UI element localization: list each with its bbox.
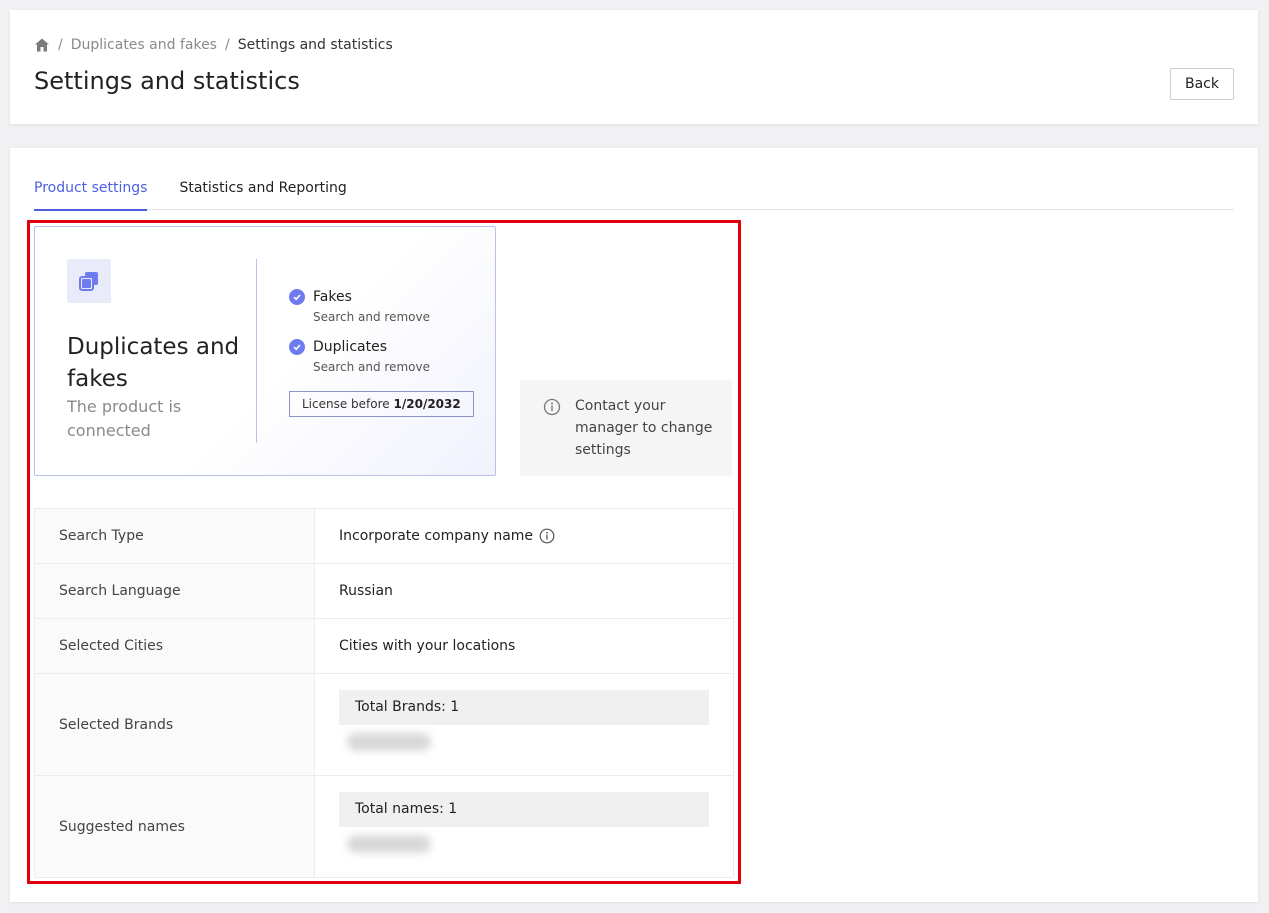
- back-button[interactable]: Back: [1170, 68, 1234, 100]
- page-title: Settings and statistics: [34, 67, 300, 95]
- tab-bar: Product settings Statistics and Reportin…: [34, 148, 1234, 211]
- row-label: Suggested names: [35, 776, 315, 877]
- row-value: Cities with your locations: [339, 638, 516, 654]
- table-row: Search Type Incorporate company name: [35, 509, 733, 564]
- table-row: Selected Brands Total Brands: 1: [35, 674, 733, 776]
- license-date: 1/20/2032: [393, 397, 461, 411]
- breadcrumb-separator: /: [224, 37, 230, 53]
- copy-icon: [67, 259, 111, 303]
- product-status: The product is connected: [67, 397, 182, 440]
- home-icon[interactable]: [34, 37, 50, 53]
- feature-subtitle: Search and remove: [313, 360, 430, 374]
- check-circle-icon: [289, 339, 305, 355]
- breadcrumb-current: Settings and statistics: [237, 37, 393, 53]
- feature-duplicates: Duplicates Search and remove: [289, 339, 430, 374]
- info-icon[interactable]: [539, 528, 555, 544]
- header-card: / Duplicates and fakes / Settings and st…: [10, 10, 1258, 124]
- tab-statistics-reporting[interactable]: Statistics and Reporting: [179, 148, 346, 210]
- info-icon: [543, 398, 561, 416]
- row-label: Search Language: [35, 564, 315, 618]
- breadcrumb-link-duplicates[interactable]: Duplicates and fakes: [71, 37, 217, 53]
- table-row: Search Language Russian: [35, 564, 733, 619]
- divider: [256, 259, 257, 443]
- breadcrumb: / Duplicates and fakes / Settings and st…: [34, 37, 393, 53]
- main-card: Product settings Statistics and Reportin…: [10, 148, 1258, 902]
- tab-product-settings[interactable]: Product settings: [34, 148, 148, 211]
- feature-fakes: Fakes Search and remove: [289, 289, 430, 324]
- blurred-suggested-name: [347, 835, 431, 853]
- feature-title: Duplicates: [313, 339, 387, 355]
- settings-table: Search Type Incorporate company name Sea…: [34, 508, 734, 878]
- product-card: Duplicates and fakes The product is conn…: [34, 226, 496, 476]
- notice-text: Contact your manager to change settings: [575, 398, 713, 458]
- breadcrumb-separator: /: [58, 37, 63, 53]
- row-value: Total Brands: 1: [315, 674, 733, 775]
- feature-subtitle: Search and remove: [313, 310, 430, 324]
- blurred-brand-name: [347, 733, 431, 751]
- check-circle-icon: [289, 289, 305, 305]
- table-row: Selected Cities Cities with your locatio…: [35, 619, 733, 674]
- notice-box: Contact your manager to change settings: [520, 380, 732, 476]
- row-value: Russian: [339, 583, 393, 599]
- feature-title: Fakes: [313, 289, 352, 305]
- product-name: Duplicates and fakes: [67, 334, 240, 392]
- row-label: Selected Brands: [35, 674, 315, 775]
- search-type-value: Incorporate company name: [339, 528, 534, 544]
- total-names-bar: Total names: 1: [339, 792, 709, 827]
- license-badge: License before 1/20/2032: [289, 391, 474, 417]
- row-value: Total names: 1: [315, 776, 733, 877]
- license-prefix: License before: [302, 397, 390, 411]
- row-label: Selected Cities: [35, 619, 315, 673]
- row-label: Search Type: [35, 509, 315, 563]
- table-row: Suggested names Total names: 1: [35, 776, 733, 878]
- total-brands-bar: Total Brands: 1: [339, 690, 709, 725]
- row-value: Incorporate company name: [315, 509, 733, 563]
